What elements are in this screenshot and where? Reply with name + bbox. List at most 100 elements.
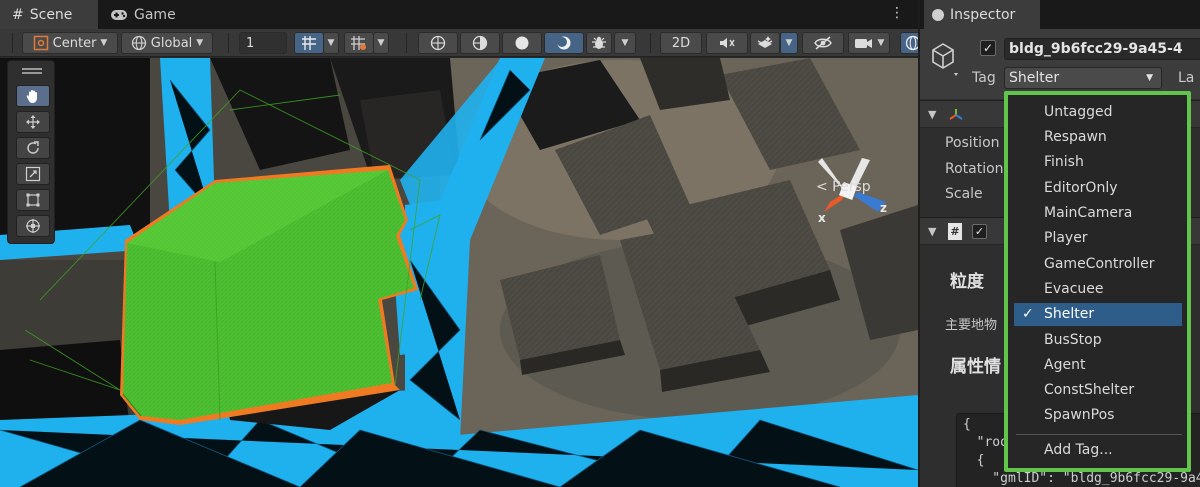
toolbar-divider: [650, 33, 651, 53]
toolbar-divider: [406, 33, 407, 53]
transform-tool-button[interactable]: [16, 215, 50, 237]
tag-option-spawnpos[interactable]: SpawnPos: [1014, 404, 1182, 427]
globe-icon: [131, 35, 146, 51]
kebab-menu-icon[interactable]: ⋮: [890, 6, 904, 20]
grid-size-field[interactable]: 1: [239, 32, 287, 54]
grid-snap-dropdown[interactable]: ▼: [323, 32, 339, 54]
gizmos-toggle-button[interactable]: [900, 32, 918, 54]
tab-game[interactable]: Game: [104, 0, 194, 29]
json-line: "gmlID": "bldg_9b6fcc29-9a4: [961, 471, 1200, 486]
scale-tool-button[interactable]: [16, 163, 50, 185]
move-tool-button[interactable]: [16, 111, 50, 133]
tag-option-label: Untagged: [1044, 104, 1113, 120]
tag-option-label: SpawnPos: [1044, 407, 1115, 423]
main-feature-label: 主要地物: [945, 318, 998, 333]
inspector-tab-bar: Inspector: [920, 0, 1200, 29]
pivot-space-label: Global: [150, 35, 193, 51]
rotation-label: Rotation: [945, 161, 1004, 177]
scene-viewport[interactable]: x z < Persp: [0, 58, 918, 487]
grid-snap-icon: [302, 36, 316, 50]
debug-draw-dropdown[interactable]: ▼: [614, 32, 636, 54]
increment-snap-dropdown[interactable]: ▼: [373, 32, 389, 54]
json-line: {: [961, 453, 985, 468]
active-checkbox[interactable]: ✓: [980, 40, 996, 56]
tag-option-label: Evacuee: [1044, 281, 1104, 297]
tag-dropdown-menu: Untagged Respawn Finish EditorOnly MainC…: [1004, 91, 1191, 472]
tag-dropdown[interactable]: Shelter ▼: [1004, 67, 1162, 89]
tag-option-label: BusStop: [1044, 332, 1102, 348]
tag-option-respawn[interactable]: Respawn: [1014, 126, 1182, 149]
tag-option-untagged[interactable]: Untagged: [1014, 101, 1182, 124]
gamepad-icon: [111, 9, 127, 20]
tag-option-label: GameController: [1044, 256, 1155, 272]
granularity-heading: 粒度: [950, 272, 984, 292]
foldout-arrow-icon[interactable]: ▼: [928, 108, 936, 121]
scene-visibility-button[interactable]: [802, 32, 844, 54]
hand-icon: [26, 90, 37, 103]
transform-tools-palette: [7, 60, 55, 244]
lit-shading-button[interactable]: [544, 32, 584, 54]
gameobject-cube-icon[interactable]: [930, 41, 968, 79]
tag-option-player[interactable]: Player: [1014, 227, 1182, 250]
script-file-icon: #: [948, 223, 962, 240]
debug-draw-mode-button[interactable]: [586, 32, 612, 54]
tag-option-editoronly[interactable]: EditorOnly: [1014, 177, 1182, 200]
scale-label: Scale: [945, 186, 983, 202]
component-enabled-checkbox[interactable]: ✓: [972, 224, 987, 239]
solid-sphere-icon: [515, 36, 529, 50]
rotate-tool-button[interactable]: [16, 137, 50, 159]
increment-snap-toggle[interactable]: [344, 32, 374, 54]
increment-snap-icon: [351, 36, 366, 50]
rect-tool-button[interactable]: [16, 189, 50, 211]
tag-option-busstop[interactable]: BusStop: [1014, 329, 1182, 352]
tag-option-constshelter[interactable]: ConstShelter: [1014, 379, 1182, 402]
tab-inspector[interactable]: Inspector: [924, 0, 1040, 29]
shaded-wire-sphere-icon: [472, 35, 488, 51]
chevron-down-icon: ▼: [327, 38, 335, 48]
transform-axes-icon: [949, 109, 963, 120]
palette-grip[interactable]: [22, 72, 42, 74]
camera-settings-button[interactable]: ▼: [848, 32, 890, 54]
projection-toggle-label[interactable]: < Persp: [816, 179, 871, 195]
pivot-mode-label: Center: [52, 35, 97, 51]
lit-sphere-icon: [557, 36, 571, 50]
scene-tab-bar: # Scene Game ⋮: [0, 0, 918, 29]
tag-option-agent[interactable]: Agent: [1014, 354, 1182, 377]
speaker-muted-icon: [720, 38, 735, 48]
toggle-2d-button[interactable]: 2D: [660, 32, 702, 54]
pivot-center-icon: [33, 35, 48, 51]
tag-option-label: Respawn: [1044, 129, 1107, 145]
tag-option-maincamera[interactable]: MainCamera: [1014, 202, 1182, 225]
rect-transform-icon: [26, 193, 40, 207]
shaded-wireframe-button[interactable]: [460, 32, 500, 54]
effects-dropdown[interactable]: ▼: [780, 32, 798, 54]
eye-off-icon: [814, 36, 832, 50]
wireframe-sphere-icon: [430, 35, 446, 51]
pivot-space-dropdown[interactable]: Global ▼: [121, 32, 213, 54]
z-axis-label: z: [880, 201, 887, 215]
chevron-down-icon: ▼: [877, 38, 885, 48]
shaded-button[interactable]: [502, 32, 542, 54]
layer-label: La: [1178, 70, 1195, 86]
toolbar-grip: [12, 33, 13, 53]
palette-grip[interactable]: [22, 68, 42, 70]
effects-toggle-button[interactable]: [750, 32, 780, 54]
chevron-down-icon: ▼: [196, 38, 204, 48]
grid-snap-toggle[interactable]: [294, 32, 324, 54]
foldout-arrow-icon[interactable]: ▼: [928, 225, 936, 238]
chevron-down-icon: ▼: [377, 38, 385, 48]
hand-tool-button[interactable]: [16, 85, 50, 107]
tag-option-shelter[interactable]: ✓ Shelter: [1014, 303, 1182, 326]
orientation-gizmo[interactable]: x z: [808, 154, 892, 238]
tag-option-evacuee[interactable]: Evacuee: [1014, 278, 1182, 301]
tag-option-finish[interactable]: Finish: [1014, 151, 1182, 174]
tab-game-label: Game: [134, 6, 176, 23]
tab-scene[interactable]: # Scene: [0, 0, 98, 29]
tag-option-label: MainCamera: [1044, 205, 1133, 221]
object-name-field[interactable]: bldg_9b6fcc29-9a45-4: [1004, 38, 1200, 60]
draw-mode-button[interactable]: [418, 32, 458, 54]
tag-option-gamecontroller[interactable]: GameController: [1014, 253, 1182, 276]
pivot-mode-dropdown[interactable]: Center ▼: [22, 32, 118, 54]
audio-toggle-button[interactable]: [706, 32, 748, 54]
add-tag-button[interactable]: Add Tag...: [1014, 439, 1182, 462]
